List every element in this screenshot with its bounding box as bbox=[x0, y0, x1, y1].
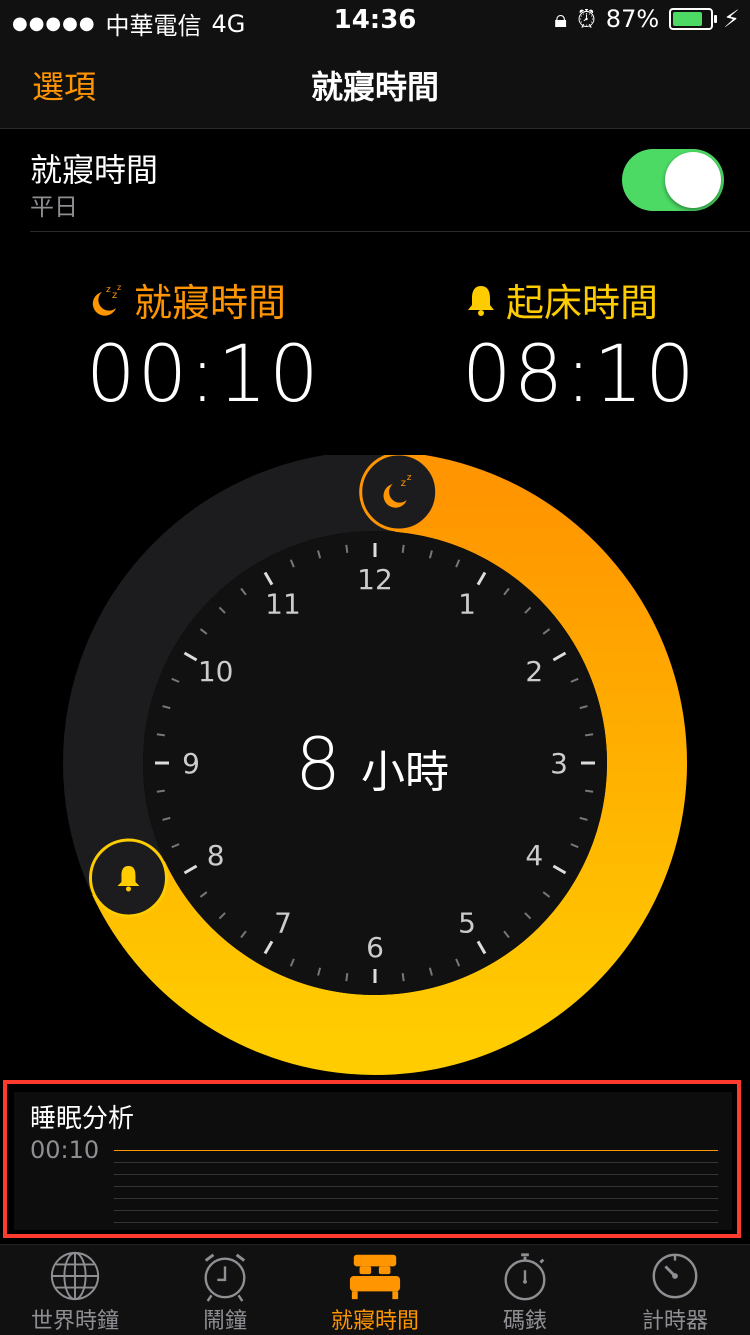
bedtime-row-label: 就寢時間 bbox=[30, 151, 159, 189]
navigation-bar: 選項 就寢時間 bbox=[0, 40, 750, 129]
battery-percent: 87% bbox=[605, 5, 660, 33]
clock-tick bbox=[401, 544, 405, 553]
clock-tick bbox=[345, 973, 349, 982]
wake-label-text: 起床時間 bbox=[506, 281, 659, 325]
clock-hour-label: 5 bbox=[458, 906, 476, 939]
duration-number: 8 bbox=[295, 722, 341, 806]
wake-label: 起床時間 bbox=[466, 272, 658, 327]
moon-zzz-icon: z z z bbox=[92, 283, 121, 316]
clock-hour-label: 9 bbox=[182, 747, 200, 780]
status-right: 🔒︎ ⏰︎ 87% ⚡︎ bbox=[554, 5, 740, 33]
clock-hour-label: 3 bbox=[550, 747, 568, 780]
clock-tick bbox=[156, 733, 165, 737]
stopwatch-icon bbox=[504, 1253, 546, 1301]
bell-icon bbox=[468, 285, 494, 316]
charging-bolt-icon: ⚡︎ bbox=[723, 5, 740, 33]
clock-hour-label: 8 bbox=[207, 839, 225, 872]
row-divider bbox=[30, 231, 750, 232]
battery-fill bbox=[673, 12, 702, 26]
tab-label: 碼錶 bbox=[502, 1309, 547, 1334]
page-title: 就寢時間 bbox=[310, 68, 439, 106]
bedtime-label-text: 就寢時間 bbox=[134, 281, 287, 325]
tab-label: 鬧鐘 bbox=[202, 1309, 247, 1334]
clock-hour-label: 11 bbox=[265, 588, 301, 621]
sleep-dial[interactable]: 121234567891011 8 小時 z z bbox=[60, 455, 690, 1085]
clock-hour-label: 12 bbox=[357, 563, 393, 596]
bedtime-handle[interactable]: z z bbox=[359, 455, 439, 532]
svg-text:z: z bbox=[117, 283, 121, 292]
orientation-lock-icon: 🔒︎ bbox=[554, 5, 568, 33]
clock-hour-label: 1 bbox=[458, 588, 476, 621]
clock-tick bbox=[585, 789, 594, 793]
svg-text:z: z bbox=[106, 285, 111, 295]
tab-label: 世界時鐘 bbox=[30, 1309, 119, 1334]
clock-hour-label: 2 bbox=[525, 655, 543, 688]
alarm-status-icon: ⏰︎ bbox=[577, 5, 596, 33]
clock-tick bbox=[585, 733, 594, 737]
tab-stopwatch[interactable]: 碼錶 bbox=[450, 1245, 600, 1335]
clock-hour-label: 10 bbox=[198, 655, 234, 688]
bedtime-time: 00:10 bbox=[86, 330, 321, 420]
tab-alarm[interactable]: 鬧鐘 bbox=[150, 1245, 300, 1335]
tab-world-clock[interactable]: 世界時鐘 bbox=[0, 1245, 150, 1335]
clock-tick bbox=[345, 544, 349, 553]
clock-hour-label: 4 bbox=[525, 839, 543, 872]
duration-unit: 小時 bbox=[361, 747, 449, 798]
clock-tick bbox=[156, 789, 165, 793]
bedtime-toggle[interactable] bbox=[622, 149, 724, 211]
tab-label: 就寢時間 bbox=[330, 1309, 419, 1334]
globe-icon bbox=[50, 1251, 100, 1301]
toggle-knob bbox=[665, 152, 721, 208]
svg-text:z: z bbox=[401, 478, 406, 489]
bed-icon bbox=[349, 1254, 401, 1300]
tab-bar: 世界時鐘 鬧鐘 就寢時間 碼錶 計時器 bbox=[0, 1244, 750, 1335]
alarm-clock-icon bbox=[204, 1253, 246, 1302]
bedtime-row-subtitle: 平日 bbox=[30, 193, 78, 221]
timer-icon bbox=[652, 1253, 698, 1299]
bedtime-label: z z z 就寢時間 bbox=[86, 272, 286, 327]
wake-handle[interactable] bbox=[88, 838, 168, 918]
clock-tick bbox=[401, 973, 405, 982]
status-bar: ●●●●● 中華電信 4G 14:36 🔒︎ ⏰︎ 87% ⚡︎ bbox=[0, 0, 750, 40]
clock-hour-label: 7 bbox=[274, 906, 292, 939]
svg-text:z: z bbox=[407, 473, 412, 483]
highlight-box bbox=[3, 1080, 741, 1238]
battery-icon bbox=[669, 8, 718, 30]
wake-time: 08:10 bbox=[462, 330, 697, 420]
tab-label: 計時器 bbox=[641, 1309, 708, 1334]
bedtime-toggle-row: 就寢時間 平日 bbox=[0, 129, 750, 233]
tab-bedtime[interactable]: 就寢時間 bbox=[300, 1245, 450, 1335]
tab-timer[interactable]: 計時器 bbox=[600, 1245, 750, 1335]
clock-hour-label: 6 bbox=[366, 931, 384, 964]
